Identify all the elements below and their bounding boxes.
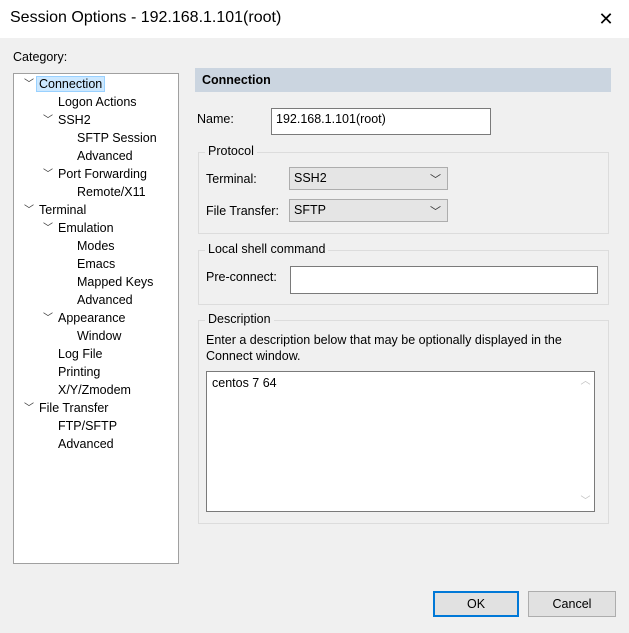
preconnect-input[interactable] (290, 266, 598, 294)
scroll-down-icon[interactable]: ﹀ (577, 493, 594, 510)
name-label: Name: (197, 112, 234, 126)
local-shell-legend: Local shell command (205, 242, 329, 256)
category-tree[interactable]: ﹀ Connection Logon Actions ﹀ SSH2 SFTP S… (13, 73, 179, 564)
tree-item-emulation-advanced[interactable]: Advanced (77, 292, 133, 309)
tree-item-file-transfer[interactable]: ﹀ File Transfer (24, 400, 108, 417)
description-legend: Description (205, 312, 274, 326)
tree-item-emulation[interactable]: ﹀ Emulation (43, 220, 114, 237)
close-button[interactable]: ✕ (583, 0, 629, 38)
tree-item-mapped-keys[interactable]: Mapped Keys (77, 274, 153, 291)
tree-item-xyzmodem[interactable]: X/Y/Zmodem (58, 382, 131, 399)
tree-item-sftp-session[interactable]: SFTP Session (77, 130, 157, 147)
tree-item-log-file[interactable]: Log File (58, 346, 102, 363)
chevron-down-icon[interactable]: ﹀ (23, 400, 35, 417)
title-bar: Session Options - 192.168.1.101(root) ✕ (0, 0, 629, 38)
description-hint: Enter a description below that may be op… (206, 333, 562, 363)
tree-item-ssh2[interactable]: ﹀ SSH2 (43, 112, 91, 129)
file-transfer-select[interactable]: SFTP ﹀ (289, 199, 448, 222)
ok-button[interactable]: OK (433, 591, 519, 617)
tree-item-window[interactable]: Window (77, 328, 121, 345)
description-scrollbar[interactable]: ︿ ﹀ (577, 372, 594, 511)
tree-item-ft-advanced[interactable]: Advanced (58, 436, 114, 453)
tree-item-ssh2-advanced[interactable]: Advanced (77, 148, 133, 165)
tree-item-terminal[interactable]: ﹀ Terminal (24, 202, 86, 219)
scroll-up-icon[interactable]: ︿ (577, 373, 594, 390)
chevron-down-icon[interactable]: ﹀ (42, 112, 54, 129)
chevron-down-icon[interactable]: ﹀ (42, 166, 54, 183)
tree-item-printing[interactable]: Printing (58, 364, 100, 381)
cancel-button[interactable]: Cancel (528, 591, 616, 617)
name-input[interactable]: 192.168.1.101(root) (271, 108, 491, 135)
chevron-down-icon[interactable]: ﹀ (23, 76, 35, 93)
panel-header: Connection (195, 68, 611, 92)
tree-item-emacs[interactable]: Emacs (77, 256, 115, 273)
tree-item-appearance[interactable]: ﹀ Appearance (43, 310, 125, 327)
tree-item-modes[interactable]: Modes (77, 238, 115, 255)
chevron-down-icon: ﹀ (430, 174, 441, 186)
chevron-down-icon[interactable]: ﹀ (42, 220, 54, 237)
tree-item-connection[interactable]: ﹀ Connection (24, 76, 106, 93)
preconnect-label: Pre-connect: (206, 270, 277, 284)
tree-item-port-forwarding[interactable]: ﹀ Port Forwarding (43, 166, 147, 183)
protocol-legend: Protocol (205, 144, 257, 158)
terminal-select[interactable]: SSH2 ﹀ (289, 167, 448, 190)
window-title: Session Options - 192.168.1.101(root) (10, 9, 282, 26)
tree-item-logon-actions[interactable]: Logon Actions (58, 94, 137, 111)
tree-item-ftp-sftp[interactable]: FTP/SFTP (58, 418, 117, 435)
terminal-label: Terminal: (206, 172, 257, 186)
close-icon: ✕ (598, 8, 614, 29)
description-textarea[interactable]: centos 7 64 ︿ ﹀ (206, 371, 595, 512)
chevron-down-icon[interactable]: ﹀ (23, 202, 35, 219)
chevron-down-icon[interactable]: ﹀ (42, 310, 54, 327)
chevron-down-icon: ﹀ (430, 206, 441, 218)
tree-item-remote-x11[interactable]: Remote/X11 (77, 184, 146, 201)
category-label: Category: (13, 50, 68, 64)
description-text: centos 7 64 (212, 376, 277, 390)
file-transfer-label: File Transfer: (206, 204, 279, 218)
